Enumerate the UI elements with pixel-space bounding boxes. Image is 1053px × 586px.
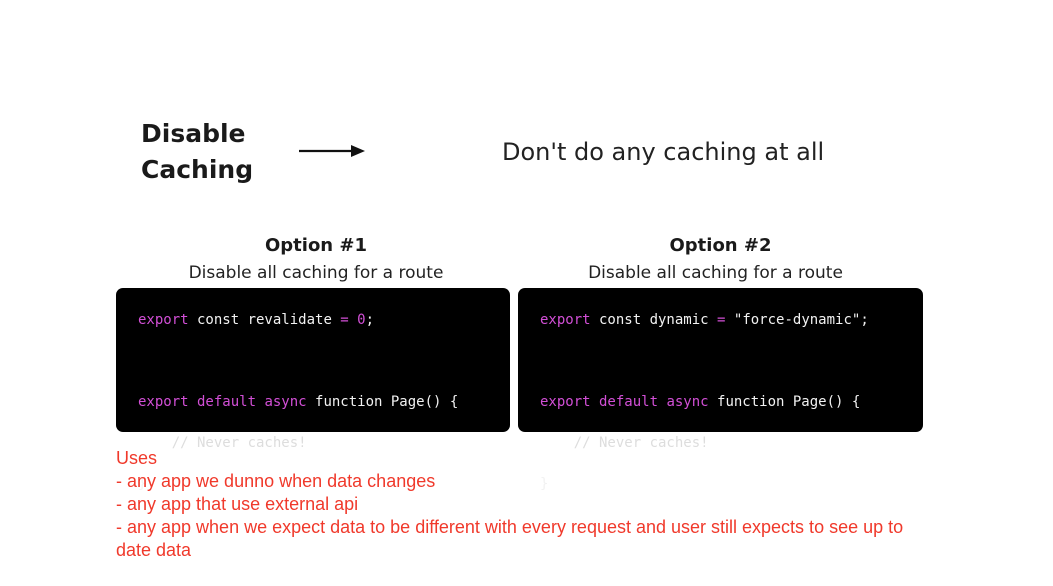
uses-item: - any app that use external api	[116, 494, 359, 514]
heading: Disable Caching	[141, 116, 253, 188]
code-keyword: export	[138, 394, 189, 410]
code-keyword: export	[138, 312, 189, 328]
option-2-code-block: export const dynamic = "force-dynamic"; …	[518, 288, 923, 492]
option-1-subtitle: Disable all caching for a route	[188, 263, 444, 283]
option-1-title: Option #1	[264, 235, 367, 256]
uses-title: Uses	[116, 448, 158, 468]
code-text: const revalidate	[188, 312, 341, 328]
code-text: function Page() {	[306, 394, 459, 410]
code-keyword: export	[540, 312, 591, 328]
code-keyword: async	[658, 394, 709, 410]
uses-item: - any app when we expect data to be diff…	[116, 517, 904, 560]
uses-notes: Uses - any app we dunno when data change…	[116, 447, 936, 562]
code-value: 0	[357, 312, 366, 328]
arrow-right-icon	[299, 145, 365, 157]
option-1-code-block: export const revalidate = 0; export defa…	[116, 288, 510, 492]
code-keyword: async	[256, 394, 307, 410]
option-2-subtitle: Disable all caching for a route	[588, 263, 843, 283]
uses-item: - any app we dunno when data changes	[116, 471, 436, 491]
code-keyword: default	[188, 394, 257, 410]
option-2-title: Option #2	[669, 235, 772, 256]
code-text: const dynamic	[590, 312, 718, 328]
heading-line-2: Caching	[141, 155, 254, 184]
code-keyword: export	[540, 394, 591, 410]
description: Don't do any caching at all	[502, 138, 825, 166]
code-text: ;	[365, 312, 375, 328]
heading-line-1: Disable	[141, 119, 246, 148]
code-value: "force-dynamic";	[733, 312, 869, 328]
code-line: export default async function Page() {	[540, 392, 923, 413]
code-text: function Page() {	[708, 394, 861, 410]
code-line: export const revalidate = 0;	[138, 310, 510, 331]
code-keyword: default	[590, 394, 659, 410]
code-line: export const dynamic = "force-dynamic";	[540, 310, 923, 331]
code-line: export default async function Page() {	[138, 392, 510, 413]
code-operator: =	[340, 312, 349, 328]
